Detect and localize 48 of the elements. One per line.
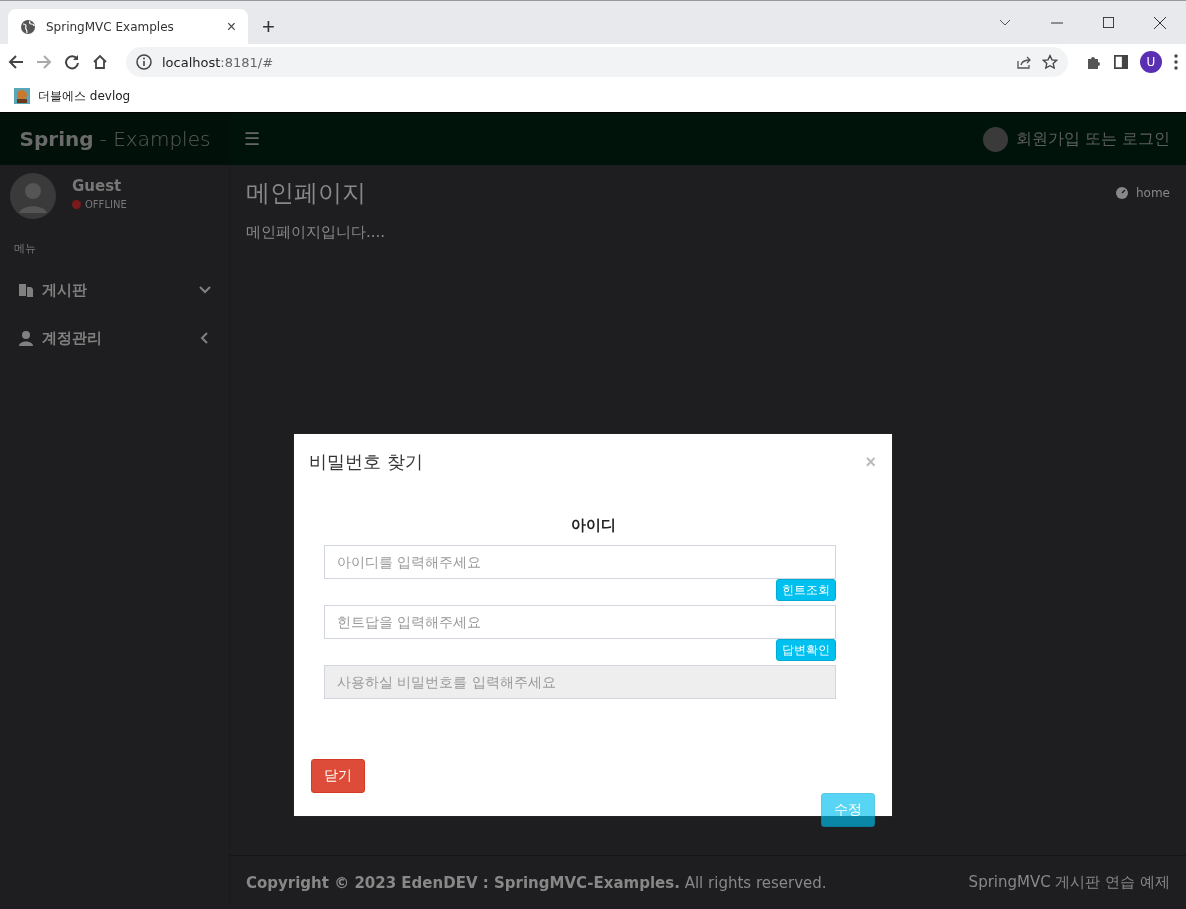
user-name: Guest [72, 177, 123, 195]
reload-icon[interactable] [64, 54, 80, 70]
page-text: 메인페이지입니다.... [245, 222, 387, 243]
close-modal-button[interactable]: 닫기 [311, 759, 365, 793]
documents-icon [18, 282, 34, 298]
field-label: 아이디 [569, 516, 617, 535]
hint-button[interactable]: 답변확인 [776, 639, 836, 661]
input-field[interactable]: 힌트답을 입력해주세요 [324, 605, 836, 639]
close-tab-button[interactable]: × [224, 17, 238, 36]
modal-title: 비밀번호 찾기 [309, 450, 423, 474]
user-avatar-icon [10, 173, 56, 219]
user-avatar [982, 126, 1008, 152]
info-icon [136, 54, 152, 70]
breadcrumb-link[interactable]: home [1115, 186, 1170, 200]
menu-header: 메뉴 [13, 241, 37, 257]
puzzle-icon[interactable] [1086, 54, 1102, 70]
more-icon[interactable] [1174, 54, 1178, 70]
bookmark-link[interactable]: 더블에스 devlog [38, 87, 131, 105]
sidebar-menu-item[interactable]: 계정관리 [0, 314, 229, 362]
side-panel-icon[interactable] [1114, 55, 1128, 69]
browser-tab[interactable]: SpringMVC Examples × [8, 9, 248, 44]
maximize-icon[interactable] [1103, 17, 1114, 28]
tab-title: SpringMVC Examples [46, 19, 175, 34]
user-icon [18, 330, 34, 346]
copyright-text: Copyright © 2023 EdenDEV : SpringMVC-Examples. All rights reserved. [246, 873, 827, 892]
sidebar-menu-item[interactable]: 게시판 [0, 266, 229, 314]
login-link[interactable]: 회원가입 또는 로그인 [982, 126, 1172, 152]
dashboard-icon [1115, 187, 1128, 199]
hint-button[interactable]: 힌트조회 [776, 579, 836, 601]
address-bar[interactable]: localhost:8181/# [126, 47, 1068, 77]
star-icon[interactable] [1042, 54, 1058, 70]
menu-toggle-button[interactable]: ☰ [244, 128, 260, 150]
url-text: localhost:8181/# [162, 54, 275, 70]
minimize-icon[interactable] [1051, 21, 1063, 24]
back-arrow-icon[interactable] [8, 54, 24, 70]
new-tab-button[interactable]: + [258, 14, 279, 40]
close-icon[interactable] [1154, 16, 1166, 29]
share-icon[interactable] [1016, 54, 1032, 70]
bookmark-favicon-icon[interactable] [14, 88, 30, 104]
footer-text: SpringMVC 게시판 연습 예제 [968, 873, 1170, 892]
profile-avatar[interactable]: U [1140, 51, 1162, 73]
page-title: 메인페이지 [246, 178, 366, 209]
input-field[interactable]: 아이디를 입력해주세요 [324, 545, 836, 579]
status-dot [72, 200, 81, 209]
status-text: OFFLINE [85, 199, 127, 210]
home-icon[interactable] [92, 54, 108, 70]
globe-icon [20, 18, 36, 35]
tab-search-icon[interactable] [999, 18, 1011, 27]
